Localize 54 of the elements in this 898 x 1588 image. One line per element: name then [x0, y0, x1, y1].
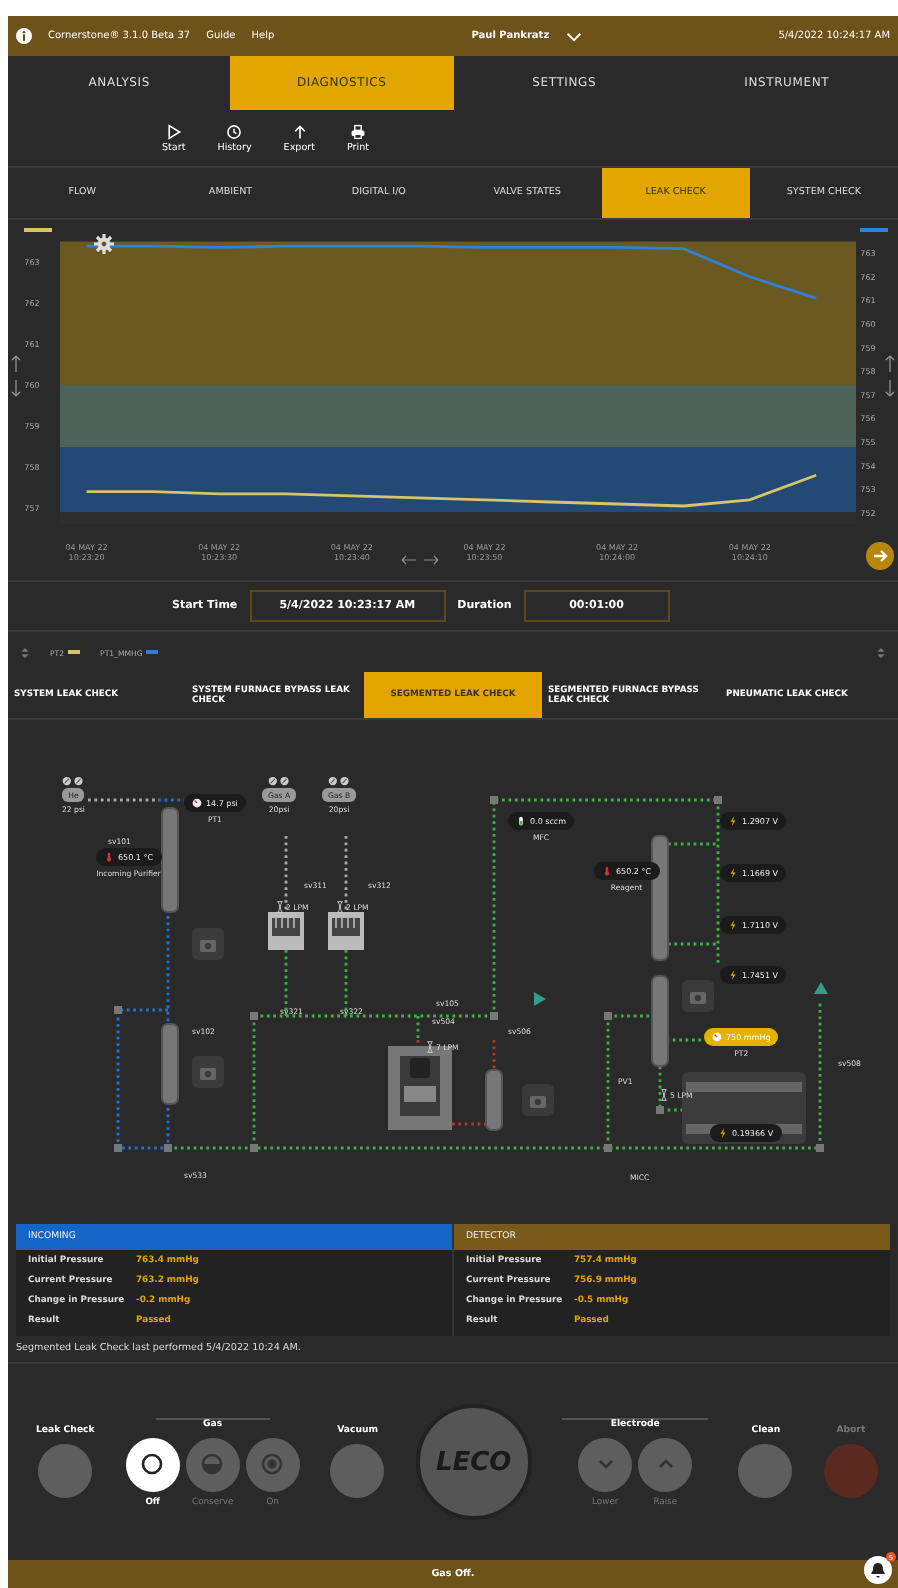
tube-icon	[161, 1023, 179, 1105]
camera-icon[interactable]	[522, 1084, 554, 1116]
camera-icon[interactable]	[192, 1056, 224, 1088]
gauge-icon	[712, 1032, 722, 1042]
round-button[interactable]	[38, 1444, 93, 1498]
arrow-right-icon	[870, 546, 890, 566]
info-icon[interactable]	[16, 28, 32, 44]
valve-knob-icon[interactable]	[62, 776, 85, 786]
lightning-icon	[728, 816, 738, 826]
arrow-up-icon	[291, 123, 308, 139]
option-button[interactable]	[125, 1437, 180, 1491]
notification-button[interactable]	[864, 1556, 892, 1584]
settings-icon[interactable]	[92, 232, 116, 256]
furnace-icon	[388, 1046, 452, 1130]
gauge-icon	[192, 798, 202, 808]
restrictor-icon	[426, 1040, 434, 1054]
restrictor-icon	[336, 900, 344, 914]
next-button[interactable]	[866, 542, 894, 570]
tube-icon	[485, 1069, 503, 1131]
controller-icon	[268, 912, 304, 950]
arrow-icon	[814, 982, 828, 994]
tube-icon	[161, 807, 179, 913]
half-circle-icon	[200, 1452, 225, 1476]
scroll-arrows-icon[interactable]	[885, 355, 895, 397]
camera-icon[interactable]	[192, 928, 224, 960]
tube-icon	[651, 975, 669, 1067]
arrow-icon	[534, 992, 546, 1006]
clock-icon	[226, 123, 243, 139]
play-icon	[165, 123, 182, 139]
thermometer-icon	[104, 852, 114, 862]
bell-icon	[868, 1560, 888, 1580]
lightning-icon	[718, 1128, 728, 1138]
printer-icon	[350, 123, 367, 139]
scroll-arrows-icon[interactable]	[11, 355, 21, 397]
sort-arrows-icon[interactable]	[20, 645, 30, 659]
meter-icon	[516, 816, 526, 826]
round-button[interactable]	[738, 1444, 793, 1498]
camera-icon[interactable]	[682, 980, 714, 1012]
ring-icon	[140, 1452, 165, 1476]
lightning-icon	[728, 970, 738, 980]
valve-knob-icon[interactable]	[268, 776, 291, 786]
chevron-down-icon[interactable]	[565, 31, 582, 41]
thermometer-icon	[602, 866, 612, 876]
lightning-icon	[728, 868, 738, 878]
lightning-icon	[728, 920, 738, 930]
restrictor-icon	[660, 1088, 668, 1102]
radio-dot-icon	[260, 1452, 285, 1476]
restrictor-icon	[276, 900, 284, 914]
round-button[interactable]	[330, 1444, 385, 1498]
pan-arrows-icon[interactable]	[400, 552, 440, 568]
sort-arrows-icon[interactable]	[876, 645, 886, 659]
tube-icon	[651, 835, 669, 961]
valve-knob-icon[interactable]	[328, 776, 351, 786]
controller-icon	[328, 912, 364, 950]
